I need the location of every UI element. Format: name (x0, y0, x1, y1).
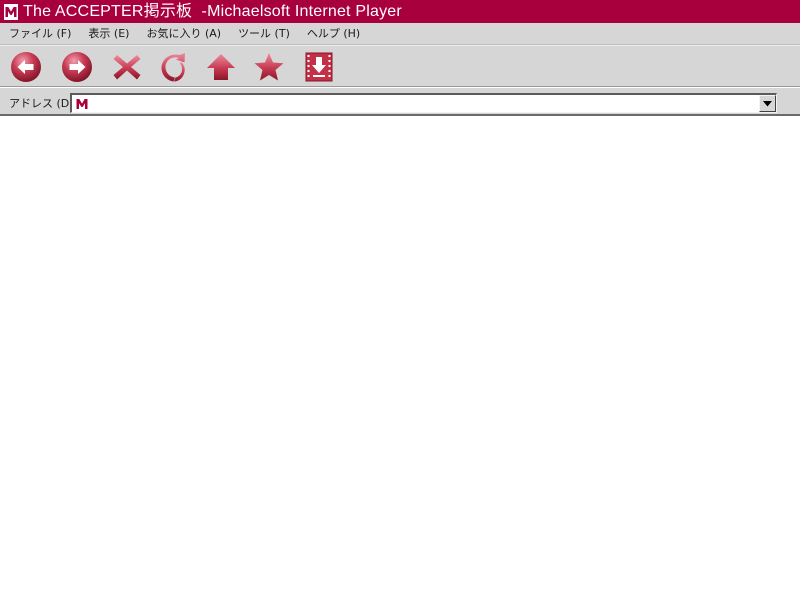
forward-arrow-icon (62, 52, 92, 82)
toolbar (0, 45, 800, 87)
browser-window: The ACCEPTER掲示板 -Michaelsoft Internet Pl… (0, 0, 800, 600)
stop-button[interactable] (111, 51, 143, 83)
forward-button[interactable] (61, 51, 93, 83)
stop-x-icon (113, 55, 141, 80)
back-button[interactable] (10, 51, 42, 83)
m-logo-icon (4, 3, 18, 20)
address-field[interactable] (70, 93, 777, 113)
window-title: The ACCEPTER掲示板 -Michaelsoft Internet Pl… (23, 3, 402, 20)
back-arrow-icon (11, 52, 41, 82)
download-button[interactable] (303, 51, 335, 83)
menu-favorites[interactable]: お気に入り (A) (137, 23, 229, 44)
title-bar[interactable]: The ACCEPTER掲示板 -Michaelsoft Internet Pl… (0, 0, 800, 23)
download-icon (305, 52, 333, 82)
m-logo-icon (75, 97, 88, 110)
home-icon (207, 54, 235, 80)
favorites-button[interactable] (253, 51, 285, 83)
address-bar: アドレス (D) (0, 88, 800, 116)
menu-tools[interactable]: ツール (T) (229, 23, 298, 44)
address-dropdown-button[interactable] (759, 95, 776, 112)
address-label: アドレス (D) (9, 97, 74, 110)
favorites-star-icon (254, 53, 284, 81)
menu-bar: ファイル (F) 表示 (E) お気に入り (A) ツール (T) ヘルプ (H… (0, 23, 800, 45)
home-button[interactable] (205, 51, 237, 83)
refresh-icon (161, 53, 185, 82)
refresh-button[interactable] (158, 51, 190, 83)
chevron-down-icon (763, 100, 772, 106)
menu-file[interactable]: ファイル (F) (0, 23, 79, 44)
menu-help[interactable]: ヘルプ (H) (298, 23, 368, 44)
page-content-area[interactable] (0, 116, 800, 600)
address-input[interactable] (92, 95, 756, 112)
menu-view[interactable]: 表示 (E) (79, 23, 137, 44)
